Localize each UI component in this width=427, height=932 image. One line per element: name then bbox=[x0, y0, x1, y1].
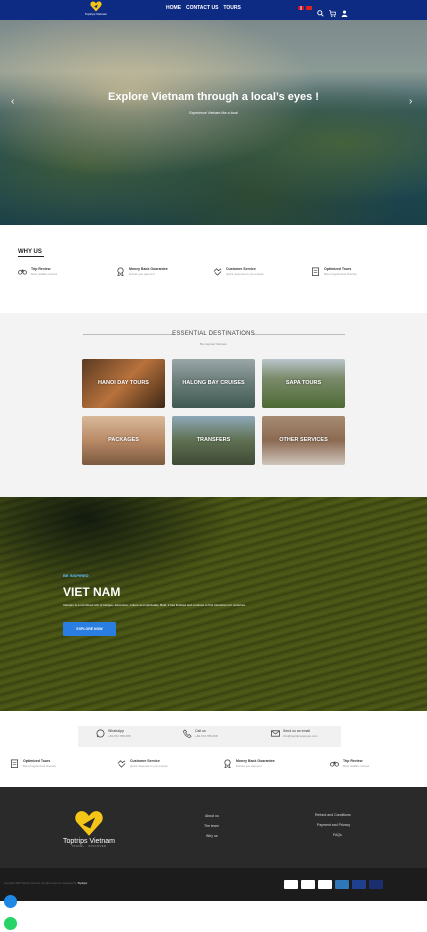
copyright-text: Copyright 2020 Toptrips Vietnam. All rig… bbox=[4, 882, 77, 885]
contact-value: +84.072.786.608 bbox=[108, 734, 131, 738]
tile-label: OTHER SERVICES bbox=[279, 437, 328, 443]
tile-label: PACKAGES bbox=[108, 437, 139, 443]
destinations-heading: ESSENTIAL DESTINATIONS bbox=[172, 331, 255, 337]
whatsapp-icon bbox=[96, 729, 105, 738]
heart-logo-icon bbox=[75, 811, 103, 836]
language-switcher[interactable] bbox=[298, 6, 312, 10]
why-us-heading: WHY US bbox=[18, 249, 42, 255]
payment-methods bbox=[284, 880, 383, 889]
mastercard-icon bbox=[301, 880, 315, 889]
feature-trip-review: Trip Review Most reliable reviews bbox=[330, 759, 369, 768]
uk-flag-icon[interactable] bbox=[298, 6, 304, 10]
feature-subtitle: Ensure you payment bbox=[129, 272, 155, 276]
feature-customer-service: Customer Service Quick response to you en… bbox=[117, 759, 168, 768]
cart-icon[interactable] bbox=[329, 4, 337, 17]
whatsapp-float-button[interactable] bbox=[4, 917, 17, 930]
heart-logo-icon bbox=[90, 1, 102, 12]
banner-eyebrow: BE INSPIRED bbox=[63, 573, 89, 578]
hero-subtitle: Experience Vietnam like a local bbox=[189, 111, 238, 115]
top-navbar: Toptrips Vietnam HOME CONTACT US TOURS bbox=[0, 0, 427, 20]
footer-tagline: TRAVEL · DISCOVER bbox=[71, 845, 107, 848]
hero-banner bbox=[0, 20, 427, 225]
logo-text: Toptrips Vietnam bbox=[84, 12, 108, 16]
tile-label: TRANSFERS bbox=[196, 437, 231, 443]
user-icon[interactable] bbox=[341, 4, 348, 17]
tile-halong-bay-cruises[interactable]: HALONG BAY CRUISES bbox=[172, 359, 255, 408]
footer-link-faqs[interactable]: FAQs bbox=[333, 833, 342, 837]
contact-value: info@toptripsvietnam.com bbox=[283, 734, 318, 738]
contact-whatsapp[interactable]: WhatsApp +84.072.786.608 bbox=[96, 729, 131, 738]
feature-subtitle: Best programmed itinerary bbox=[23, 764, 56, 768]
hero-title: Explore Vietnam through a local’s eyes ! bbox=[108, 91, 319, 103]
amex-icon bbox=[335, 880, 349, 889]
site-logo[interactable]: Toptrips Vietnam bbox=[82, 1, 110, 19]
email-float-button[interactable] bbox=[4, 895, 17, 908]
feature-subtitle: Quick response to you enquiry bbox=[130, 764, 168, 768]
contact-value: +84.072.786.608 bbox=[195, 734, 218, 738]
phone-icon bbox=[183, 729, 192, 738]
tile-label: HANOI DAY TOURS bbox=[98, 380, 149, 386]
feature-subtitle: Quick response to you enquiry bbox=[226, 272, 264, 276]
footer-link-about[interactable]: About us bbox=[205, 814, 219, 818]
footer-link-refund[interactable]: Refund and Conditions bbox=[315, 813, 351, 817]
tile-label: SAPA TOURS bbox=[285, 380, 322, 386]
tile-packages[interactable]: PACKAGES bbox=[82, 416, 165, 465]
tile-sapa-tours[interactable]: SAPA TOURS bbox=[262, 359, 345, 408]
feature-subtitle: Most reliable reviews bbox=[343, 764, 370, 768]
main-nav: HOME CONTACT US TOURS bbox=[166, 5, 241, 11]
clipboard-icon bbox=[311, 267, 320, 276]
feature-trip-review: Trip Review Most reliable reviews bbox=[18, 267, 57, 276]
tile-label: HALONG BAY CRUISES bbox=[182, 380, 245, 386]
feature-optimized-tours: Optimized Tours Best programmed itinerary bbox=[311, 267, 357, 276]
destinations-subtitle: Be inspired Vietnam bbox=[200, 342, 227, 346]
banner-title: VIET NAM bbox=[63, 585, 121, 599]
chevron-left-icon[interactable]: ‹ bbox=[11, 97, 14, 107]
header-icons bbox=[317, 4, 348, 17]
footer-link-team[interactable]: The team bbox=[204, 824, 219, 828]
binoculars-icon bbox=[18, 269, 27, 275]
heading-underline bbox=[18, 256, 44, 257]
paypal-icon bbox=[318, 880, 332, 889]
page: Toptrips Vietnam HOME CONTACT US TOURS E… bbox=[0, 0, 427, 932]
contact-call[interactable]: Call us +84.072.786.608 bbox=[183, 729, 218, 738]
explore-now-button[interactable]: EXPLORE NOW bbox=[63, 622, 116, 636]
maestro-icon bbox=[369, 880, 383, 889]
tile-other-services[interactable]: OTHER SERVICES bbox=[262, 416, 345, 465]
chevron-right-icon[interactable]: › bbox=[409, 97, 412, 107]
footer-link-payment[interactable]: Payment and Privacy bbox=[317, 823, 350, 827]
binoculars-icon bbox=[330, 761, 339, 767]
medal-icon bbox=[117, 267, 124, 276]
feature-optimized-tours: Optimized Tours Best programmed itinerary bbox=[10, 759, 56, 768]
search-icon[interactable] bbox=[317, 4, 324, 17]
feature-subtitle: Best programmed itinerary bbox=[324, 272, 357, 276]
medal-icon bbox=[224, 759, 231, 768]
tile-transfers[interactable]: TRANSFERS bbox=[172, 416, 255, 465]
feature-money-back: Money Back Guarantee Ensure you payment bbox=[223, 759, 275, 768]
handshake-icon bbox=[213, 268, 222, 276]
visa-icon bbox=[284, 880, 298, 889]
nav-contact-us[interactable]: CONTACT US bbox=[186, 5, 218, 11]
copyright: Copyright 2020 Toptrips Vietnam. All rig… bbox=[4, 882, 87, 885]
envelope-icon bbox=[271, 730, 280, 737]
feature-customer-service: Customer Service Quick response to you en… bbox=[213, 267, 264, 276]
nav-home[interactable]: HOME bbox=[166, 5, 181, 11]
footer-brand: Toptrips Vietnam bbox=[62, 838, 115, 845]
feature-subtitle: Ensure you payment bbox=[236, 764, 262, 768]
clipboard-icon bbox=[10, 759, 19, 768]
footer-link-why-us[interactable]: Why us bbox=[206, 834, 218, 838]
banner-description: Vietnam is a combined rich of intrigue, … bbox=[63, 603, 246, 607]
contact-email[interactable]: Send us an email info@toptripsvietnam.com bbox=[271, 729, 318, 738]
vn-flag-icon[interactable] bbox=[306, 6, 312, 10]
nav-tours[interactable]: TOURS bbox=[223, 5, 240, 11]
handshake-icon bbox=[117, 760, 126, 768]
copyright-brand[interactable]: Toptrips bbox=[77, 882, 87, 885]
tile-hanoi-day-tours[interactable]: HANOI DAY TOURS bbox=[82, 359, 165, 408]
feature-subtitle: Most reliable reviews bbox=[31, 272, 58, 276]
perfect-money-icon bbox=[352, 880, 366, 889]
footer-logo[interactable]: Toptrips Vietnam TRAVEL · DISCOVER bbox=[58, 810, 120, 848]
feature-money-back: Money Back Guarantee Ensure you payment bbox=[116, 267, 168, 276]
